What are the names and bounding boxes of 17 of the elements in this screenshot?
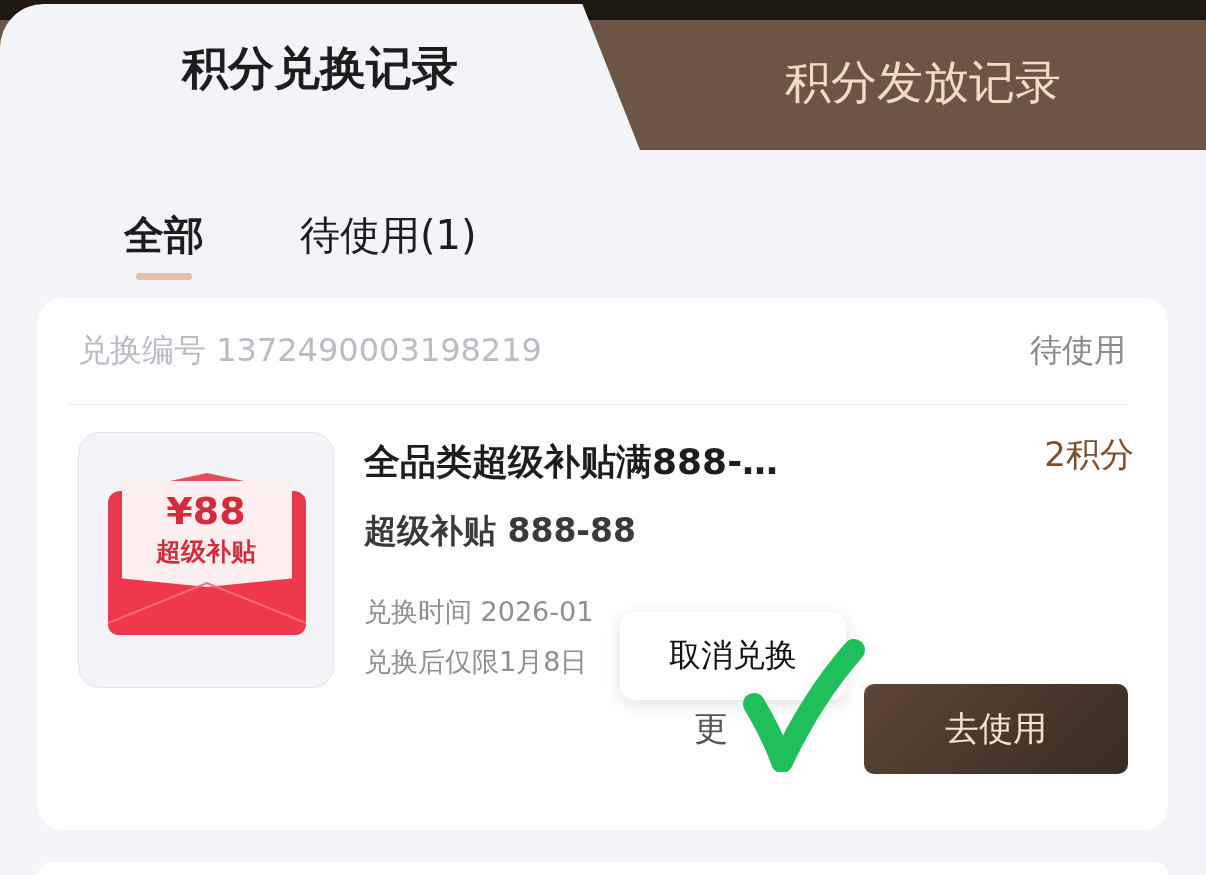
envelope-icon (108, 473, 306, 635)
record-tab[interactable]: 积分兑换记录 (0, 4, 640, 150)
cancel-exchange-menu-item[interactable]: 取消兑换 (620, 612, 846, 700)
record-tab[interactable]: 积分发放记录 (640, 0, 1206, 150)
filter-tab[interactable]: 全部 (124, 208, 204, 280)
coupon-caption: 超级补贴 (155, 536, 257, 568)
status-label: 待使用 (1030, 330, 1126, 371)
exchange-number: 兑换编号 1372490003198219 (78, 330, 542, 371)
more-button[interactable]: 更 (694, 706, 728, 752)
use-button[interactable]: 去使用 (864, 684, 1128, 774)
coupon-subtitle: 超级补贴 888-88 (364, 510, 637, 552)
coupon-amount: ¥88 (165, 489, 247, 533)
filter-tab[interactable]: 待使用(1) (300, 208, 477, 280)
exchange-time: 兑换时间 2026-01 (364, 595, 594, 629)
validity-note: 兑换后仅限1月8日 (364, 645, 588, 679)
points-cost: 2积分 (1044, 433, 1134, 476)
coupon-title: 全品类超级补贴满888-… (364, 440, 779, 484)
